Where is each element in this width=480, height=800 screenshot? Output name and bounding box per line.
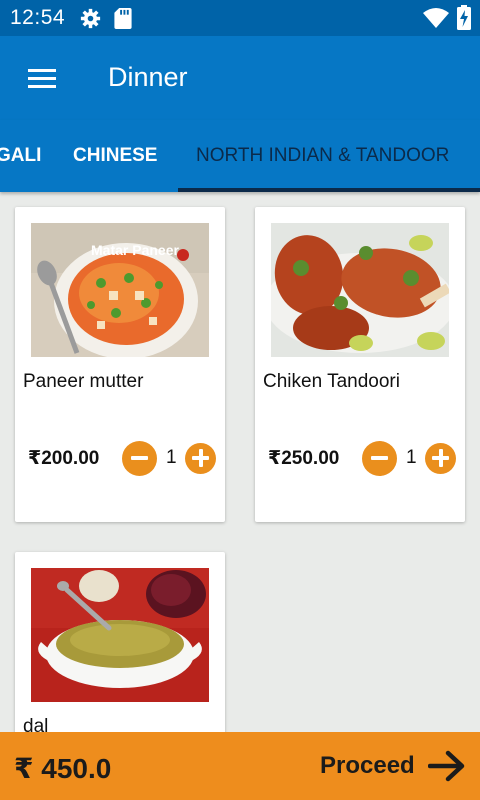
- cart-total: ₹ 450.0: [14, 753, 112, 784]
- menu-item-card[interactable]: Matar Paneer Paneer mutter ₹200.00 1: [15, 207, 225, 522]
- menu-item-card[interactable]: dal: [15, 552, 225, 752]
- quantity-value: 1: [406, 447, 417, 468]
- food-image-dal[interactable]: [31, 568, 209, 702]
- food-image-chiken-tandoori[interactable]: [271, 223, 449, 357]
- item-name: Paneer mutter: [23, 371, 144, 392]
- increase-quantity-button[interactable]: [185, 443, 216, 474]
- status-time: 12:54: [10, 6, 66, 29]
- app-bar: Dinner: [0, 36, 480, 120]
- gear-icon: [80, 8, 101, 29]
- checkout-bar: ₹ 450.0 Proceed: [0, 732, 480, 800]
- image-watermark: Matar Paneer: [91, 242, 179, 258]
- increase-quantity-button[interactable]: [425, 443, 456, 474]
- sd-card-icon: [114, 8, 132, 29]
- wifi-icon: [423, 8, 449, 28]
- hamburger-menu-icon[interactable]: [16, 62, 68, 94]
- tab-indicator: [178, 188, 480, 192]
- item-price: ₹250.00: [268, 448, 340, 469]
- arrow-right-icon: [428, 750, 465, 782]
- page-title: Dinner: [108, 62, 188, 92]
- item-price: ₹200.00: [28, 448, 100, 469]
- tab-gali[interactable]: GALI: [0, 120, 41, 192]
- menu-item-card[interactable]: Chiken Tandoori ₹250.00 1: [255, 207, 465, 522]
- category-tabs: GALI CHINESE NORTH INDIAN & TANDOOR: [0, 120, 480, 192]
- item-name: Chiken Tandoori: [263, 371, 400, 392]
- tab-north-indian-tandoor[interactable]: NORTH INDIAN & TANDOOR: [196, 120, 449, 192]
- food-image-paneer-mutter[interactable]: Matar Paneer: [31, 223, 209, 357]
- decrease-quantity-button[interactable]: [122, 441, 157, 476]
- decrease-quantity-button[interactable]: [362, 441, 397, 476]
- proceed-button[interactable]: Proceed: [316, 744, 472, 788]
- proceed-label: Proceed: [320, 752, 415, 779]
- battery-charging-icon: [457, 5, 471, 30]
- status-bar: 12:54: [0, 0, 480, 36]
- quantity-value: 1: [166, 447, 177, 468]
- tab-chinese[interactable]: CHINESE: [73, 120, 157, 192]
